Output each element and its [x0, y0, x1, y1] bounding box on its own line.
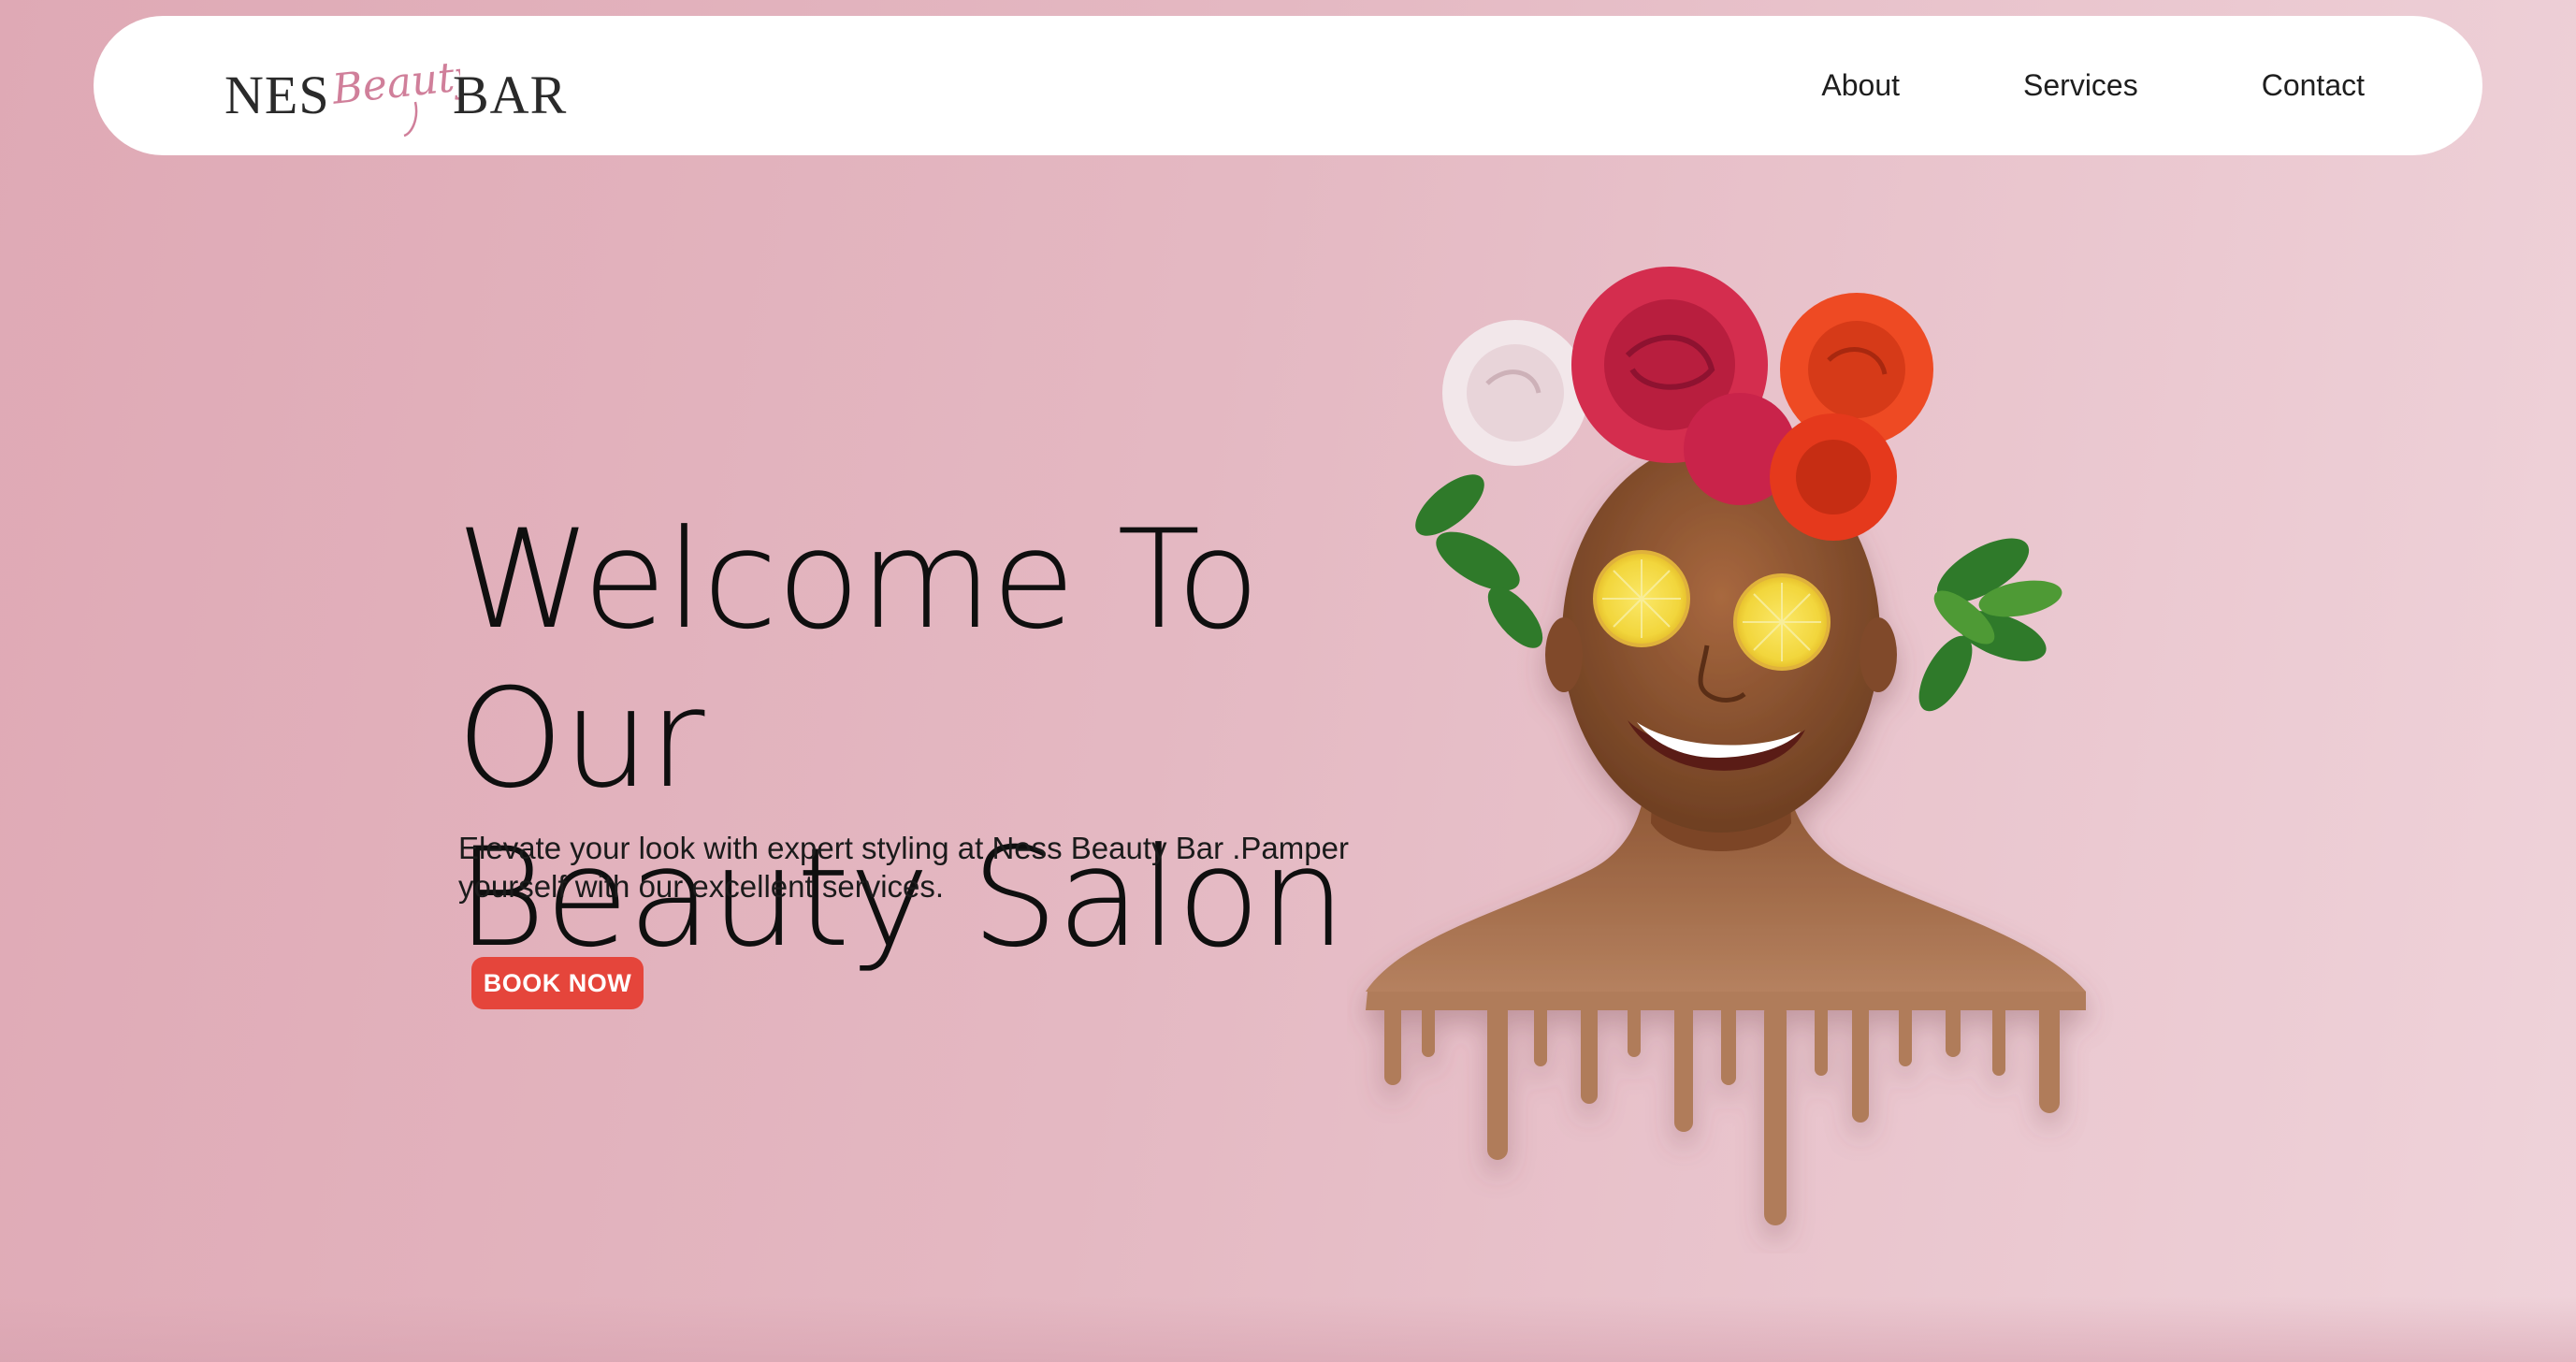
nav-link-services[interactable]: Services	[2023, 68, 2138, 103]
main-nav: About Services Contact	[1698, 16, 2365, 155]
logo-word-nes: NES	[224, 65, 330, 125]
brand-logo[interactable]: NES Beauty BAR	[224, 44, 617, 138]
hero-description: Elevate your look with expert styling at…	[458, 829, 1403, 906]
nav-link-contact[interactable]: Contact	[2262, 68, 2365, 103]
hero-description-line-2: yourself with our excellent services.	[458, 869, 945, 904]
logo-script-beauty: Beauty	[329, 51, 460, 138]
bottom-shade	[0, 1297, 2576, 1362]
svg-text:Beauty: Beauty	[329, 51, 460, 114]
nav-link-about[interactable]: About	[1821, 68, 1900, 103]
hero-title-line-1: Welcome To Our	[456, 500, 1260, 819]
book-now-button[interactable]: BOOK NOW	[471, 957, 644, 1009]
logo-word-bar: BAR	[453, 65, 568, 125]
hero-description-line-1: Elevate your look with expert styling at…	[458, 831, 1349, 865]
navbar: NES Beauty BAR About Services Contact	[94, 16, 2482, 155]
hero-title: Welcome To Our Beauty Salon	[456, 500, 1485, 978]
portrait-illustration	[1366, 267, 2086, 1225]
